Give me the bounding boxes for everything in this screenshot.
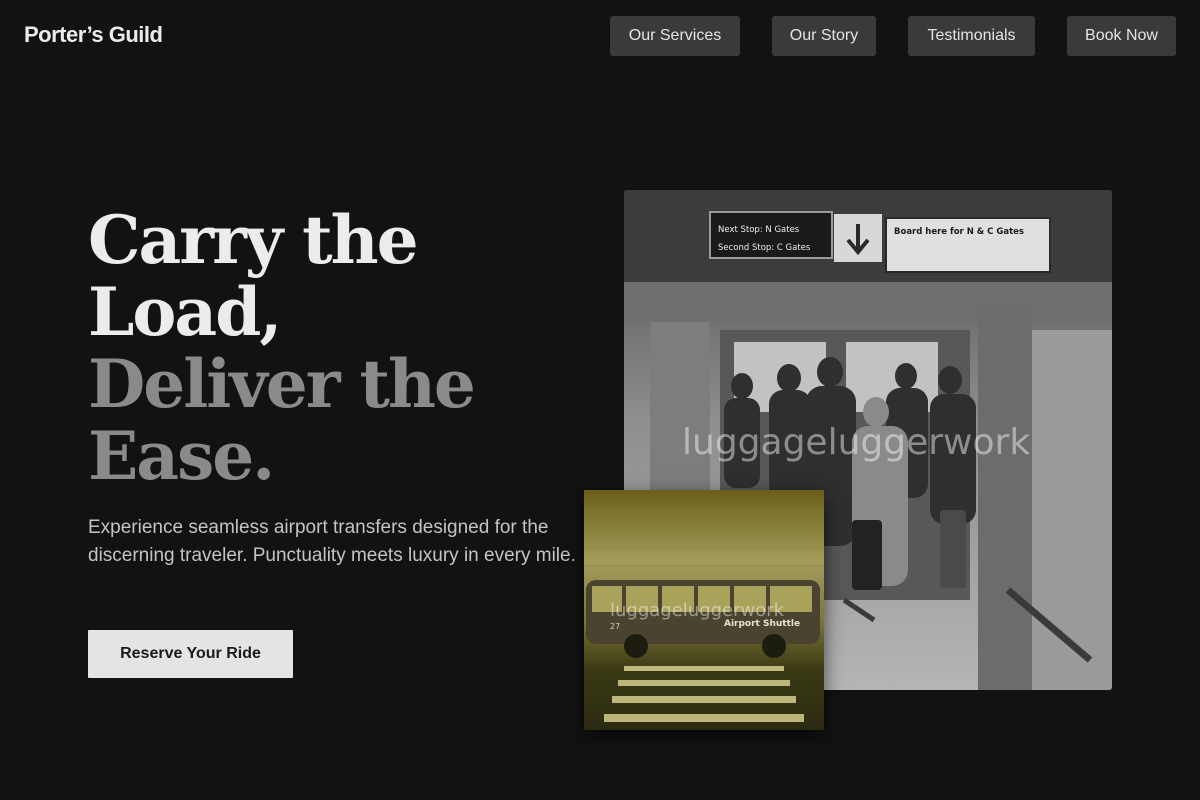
reserve-ride-button[interactable]: Reserve Your Ride <box>88 630 293 678</box>
next-stop-sign: Next Stop: N Gates <box>718 225 800 235</box>
hero-title-line-4: Ease. <box>88 417 275 495</box>
nav-testimonials-button[interactable]: Testimonials <box>908 16 1035 56</box>
second-stop-sign: Second Stop: C Gates <box>718 243 811 253</box>
landing-page: Porter’s Guild Our Services Our Story Te… <box>0 0 1200 800</box>
hero-title-line-2: Load, <box>88 273 282 351</box>
shuttle-photo-watermark: luggageluggerwork <box>610 600 785 621</box>
nav-our-services-button[interactable]: Our Services <box>610 16 740 56</box>
nav-our-story-button[interactable]: Our Story <box>772 16 876 56</box>
hero-title: Carry the Load, Deliver the Ease. <box>88 204 568 492</box>
board-here-sign: Board here for N & C Gates <box>894 227 1024 237</box>
nav-book-now-button[interactable]: Book Now <box>1067 16 1176 56</box>
main-photo-watermark: luggageluggerwork <box>682 422 1031 463</box>
hero-title-line-3: Deliver the <box>88 345 476 423</box>
airport-shuttle-photo: 27 Airport Shuttle luggageluggerwork <box>584 490 824 730</box>
hero-subtitle: Experience seamless airport transfers de… <box>88 517 576 566</box>
top-nav: Our Services Our Story Testimonials Book… <box>0 16 1200 56</box>
hero-title-line-1: Carry the <box>88 201 419 279</box>
bus-number: 27 <box>610 622 620 631</box>
